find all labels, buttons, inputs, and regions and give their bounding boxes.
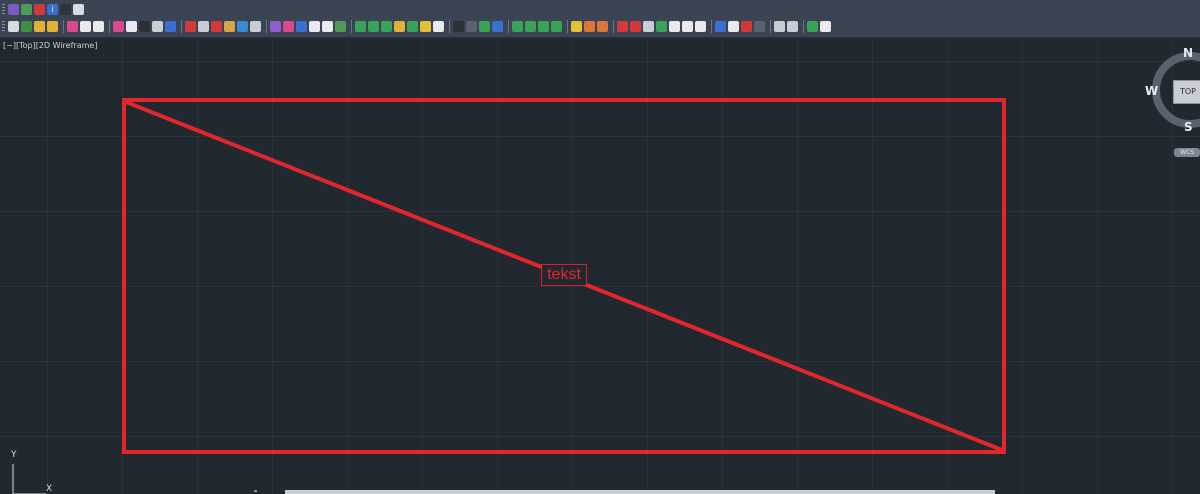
compass-north[interactable]: N <box>1183 46 1193 60</box>
shape-yellow-icon[interactable] <box>420 21 431 32</box>
trash-icon[interactable] <box>250 21 261 32</box>
ucs-x-label: X <box>46 484 53 494</box>
match-props-icon[interactable] <box>152 21 163 32</box>
shape-white-icon[interactable] <box>433 21 444 32</box>
pencil-icon[interactable] <box>394 21 405 32</box>
circle-green-icon[interactable] <box>656 21 667 32</box>
orbit-icon[interactable] <box>270 21 281 32</box>
properties-icon[interactable] <box>113 21 124 32</box>
check-icon[interactable]: ✓ <box>820 21 831 32</box>
scale-green-icon[interactable] <box>551 21 562 32</box>
frame-icon[interactable] <box>296 21 307 32</box>
toolbar-area: i ✓ <box>0 0 1200 38</box>
scroll-marker <box>254 490 257 492</box>
compass-west[interactable]: W <box>1145 84 1158 98</box>
shield-icon[interactable] <box>34 4 45 15</box>
toolbar-separator <box>711 20 712 33</box>
copy-green-icon[interactable] <box>525 21 536 32</box>
layer-state-icon[interactable] <box>21 21 32 32</box>
toolbar-row-1: i <box>0 1 86 18</box>
toolbar-separator <box>449 20 450 33</box>
join-icon[interactable] <box>643 21 654 32</box>
layer-image-icon[interactable] <box>21 4 32 15</box>
toolbar-separator <box>770 20 771 33</box>
block-edit-icon[interactable] <box>669 21 680 32</box>
list-green-icon[interactable] <box>807 21 818 32</box>
toolbar-separator <box>508 20 509 33</box>
toolbar-separator <box>181 20 182 33</box>
sheet-orange-icon[interactable] <box>584 21 595 32</box>
snap-icon[interactable] <box>407 21 418 32</box>
globe-icon[interactable] <box>60 4 71 15</box>
cloud-sync-icon[interactable] <box>335 21 346 32</box>
text-height-icon[interactable] <box>93 21 104 32</box>
shape-green3-icon[interactable] <box>381 21 392 32</box>
horizontal-scrollbar[interactable] <box>285 490 995 494</box>
print-icon[interactable] <box>185 21 196 32</box>
rotate-green-icon[interactable] <box>538 21 549 32</box>
drawing-viewport[interactable]: [−][Top][2D Wireframe] tekst N W S TOP W… <box>0 38 1200 494</box>
toolbar-grip[interactable] <box>2 20 5 33</box>
layout-icon[interactable] <box>774 21 785 32</box>
save-icon[interactable] <box>165 21 176 32</box>
wcs-menu-button[interactable]: WCS <box>1174 148 1200 157</box>
target-icon[interactable] <box>67 21 78 32</box>
viewcube-top-face[interactable]: TOP <box>1173 80 1200 104</box>
mountain-icon[interactable] <box>237 21 248 32</box>
cloud-up-icon[interactable] <box>322 21 333 32</box>
move-green-icon[interactable] <box>512 21 523 32</box>
dark-square-icon[interactable] <box>453 21 464 32</box>
viewports-icon[interactable] <box>787 21 798 32</box>
toolbar-separator <box>613 20 614 33</box>
toolbar-separator <box>351 20 352 33</box>
folder-icon[interactable] <box>224 21 235 32</box>
toolbar-separator <box>63 20 64 33</box>
edit-page-icon[interactable] <box>73 4 84 15</box>
sheet-yellow-icon[interactable] <box>571 21 582 32</box>
diamond-icon[interactable] <box>479 21 490 32</box>
line-red-icon[interactable] <box>617 21 628 32</box>
insert-block-icon[interactable] <box>80 21 91 32</box>
shape-green2-icon[interactable] <box>368 21 379 32</box>
toolbar-separator <box>803 20 804 33</box>
viewcube[interactable]: N W S TOP WCS <box>1140 46 1200 158</box>
measure-icon[interactable] <box>466 21 477 32</box>
page-icon[interactable] <box>126 21 137 32</box>
lock-icon[interactable] <box>34 21 45 32</box>
layer-props-icon[interactable] <box>8 21 19 32</box>
zoom-icon[interactable] <box>728 21 739 32</box>
cloud-icon[interactable] <box>309 21 320 32</box>
dimension-icon[interactable] <box>8 4 19 15</box>
drawing-canvas[interactable] <box>0 38 1200 494</box>
plot-icon[interactable] <box>198 21 209 32</box>
info-icon[interactable]: i <box>47 4 58 15</box>
bar-icon[interactable] <box>211 21 222 32</box>
toolbar-separator <box>109 20 110 33</box>
grid-icon[interactable] <box>492 21 503 32</box>
layer-off-icon[interactable] <box>283 21 294 32</box>
text-object[interactable]: tekst <box>541 264 587 286</box>
shield-gray-icon[interactable] <box>754 21 765 32</box>
ucs-y-label: Y <box>11 450 17 460</box>
window-icon[interactable] <box>715 21 726 32</box>
shape-green-icon[interactable] <box>355 21 366 32</box>
toolbar-row-2: ✓ <box>0 18 833 35</box>
toolbar-separator <box>567 20 568 33</box>
line-red2-icon[interactable] <box>630 21 641 32</box>
flag-icon[interactable] <box>741 21 752 32</box>
sheet-mixed-icon[interactable] <box>597 21 608 32</box>
unlock-icon[interactable] <box>47 21 58 32</box>
compass-south[interactable]: S <box>1184 120 1193 134</box>
table-icon[interactable] <box>139 21 150 32</box>
toolbar-separator <box>266 20 267 33</box>
block-icon[interactable] <box>682 21 693 32</box>
block2-icon[interactable] <box>695 21 706 32</box>
toolbar-grip[interactable] <box>2 3 5 16</box>
